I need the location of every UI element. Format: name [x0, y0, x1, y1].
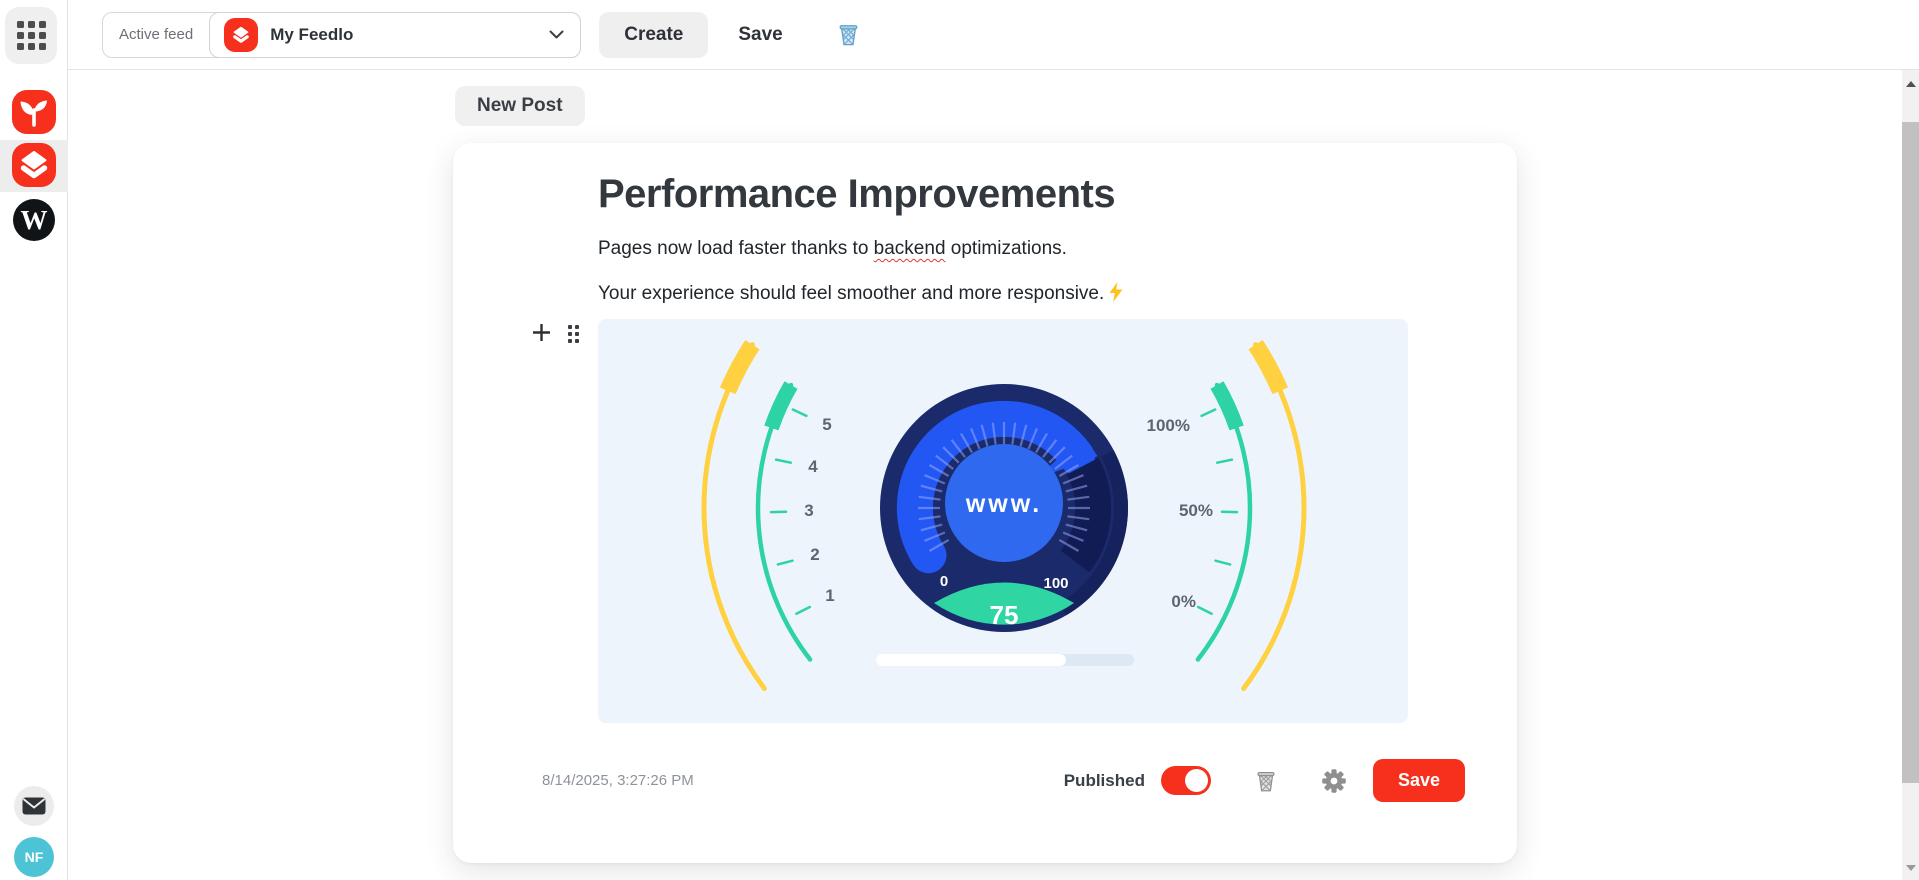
- gauge-max-label: 100: [1043, 575, 1068, 592]
- svg-text:4: 4: [808, 457, 818, 476]
- green-arc-right: [1195, 383, 1253, 663]
- trash-icon: [839, 25, 858, 46]
- svg-text:2: 2: [810, 545, 819, 564]
- avatar-initials: NF: [24, 849, 44, 865]
- plus-icon: [533, 324, 550, 342]
- app-sidebar: W NF: [0, 0, 68, 880]
- sidebar-item-mail[interactable]: [14, 786, 54, 826]
- gauge-band-remainder: [1060, 458, 1111, 573]
- create-button[interactable]: Create: [599, 11, 709, 58]
- post-save-button[interactable]: Save: [1372, 759, 1465, 803]
- add-block-button[interactable]: [532, 323, 551, 342]
- misspelled-word: backend: [873, 238, 946, 259]
- svg-text:100%: 100%: [1147, 416, 1190, 435]
- feed-combo: Active feed My Feedlo: [102, 11, 582, 58]
- apps-grid-button[interactable]: [5, 7, 57, 64]
- gear-icon: [1322, 768, 1346, 793]
- left-scale-labels: 5 4 3 2 1: [804, 415, 834, 605]
- published-toggle[interactable]: [1160, 766, 1211, 796]
- sprout-icon: [20, 100, 47, 127]
- post-card-footer: 8/14/2025, 3:27:26 PM Published Save: [453, 759, 1517, 803]
- top-toolbar: Active feed My Feedlo Create Save: [68, 0, 1919, 70]
- vertical-scrollbar[interactable]: [1902, 70, 1919, 880]
- illustration-block[interactable]: 5 4 3 2 1 100% 50% 0% www. 0 100 75: [533, 319, 1408, 724]
- yellow-arc-right: [1241, 342, 1307, 692]
- post-card: Performance Improvements Pages now load …: [453, 143, 1517, 863]
- toggle-knob: [1184, 769, 1208, 793]
- delete-post-button[interactable]: [1253, 768, 1279, 794]
- published-label: Published: [1063, 770, 1145, 790]
- body1-suffix: optimizations.: [945, 238, 1067, 259]
- speedometer-illustration: 5 4 3 2 1 100% 50% 0% www. 0 100 75: [598, 319, 1408, 724]
- svg-text:1: 1: [825, 586, 834, 605]
- toolbar-save-button[interactable]: Save: [738, 24, 782, 46]
- mail-icon: [22, 797, 46, 815]
- active-feed-label: Active feed: [119, 26, 194, 43]
- svg-text:5: 5: [822, 415, 831, 434]
- yellow-arc-left-segment: [719, 340, 760, 395]
- green-arc-left: [755, 383, 813, 663]
- svg-text:0%: 0%: [1171, 592, 1196, 611]
- right-scale-labels: 100% 50% 0%: [1147, 416, 1213, 611]
- body1-prefix: Pages now load faster thanks to: [598, 238, 874, 259]
- post-body-line2[interactable]: Your experience should feel smoother and…: [598, 281, 1408, 307]
- sidebar-item-sprout[interactable]: [12, 90, 56, 134]
- settings-button[interactable]: [1321, 768, 1347, 794]
- post-title[interactable]: Performance Improvements: [598, 171, 1408, 217]
- trash-icon: [1257, 771, 1275, 792]
- feed-select-dropdown[interactable]: My Feedlo: [209, 11, 582, 58]
- gauge-value-label: 75: [990, 600, 1019, 630]
- green-arc-left-segment: [764, 381, 798, 431]
- yellow-arc-left: [701, 342, 767, 692]
- scroll-down-arrow[interactable]: [1905, 865, 1916, 876]
- lightning-bolt-icon: [1109, 281, 1123, 302]
- new-post-button[interactable]: New Post: [455, 86, 585, 126]
- chevron-down-icon: [549, 30, 564, 39]
- user-avatar[interactable]: NF: [14, 837, 54, 877]
- sidebar-item-wordpress[interactable]: W: [13, 199, 55, 241]
- gauge-center-label: www.: [965, 490, 1042, 518]
- svg-text:3: 3: [804, 501, 813, 520]
- feedlo-logo-icon: [224, 17, 259, 52]
- drag-handle-icon[interactable]: [568, 325, 579, 344]
- apps-grid-icon: [16, 21, 46, 50]
- yellow-arc-right-segment: [1248, 340, 1289, 395]
- toolbar-trash-button[interactable]: [835, 21, 862, 48]
- wordpress-icon: W: [20, 204, 48, 235]
- selected-feed-name: My Feedlo: [270, 24, 354, 44]
- svg-text:50%: 50%: [1179, 501, 1213, 520]
- post-timestamp: 8/14/2025, 3:27:26 PM: [542, 772, 694, 790]
- main-area: New Post Performance Improvements Pages …: [68, 70, 1919, 880]
- feedlo-layers-icon: [20, 151, 48, 179]
- progress-fill: [876, 654, 1066, 667]
- scroll-up-arrow[interactable]: [1905, 76, 1916, 87]
- green-arc-right-segment: [1210, 381, 1244, 431]
- gauge-min-label: 0: [940, 573, 948, 590]
- body2-text: Your experience should feel smoother and…: [598, 282, 1105, 304]
- sidebar-item-feedlo[interactable]: [12, 143, 56, 187]
- post-body-line1[interactable]: Pages now load faster thanks to backend …: [598, 236, 1408, 262]
- scrollbar-thumb[interactable]: [1902, 122, 1919, 783]
